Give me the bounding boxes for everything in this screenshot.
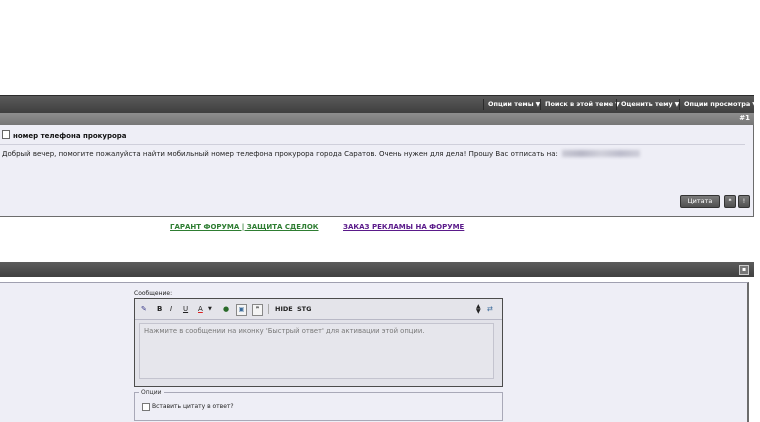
quote-button[interactable]: Цитата (680, 195, 720, 208)
message-textarea[interactable]: Нажмите в сообщении на иконку 'Быстрый о… (139, 323, 494, 379)
post-title: номер телефона прокурора (2, 130, 127, 140)
chevron-down-icon[interactable]: ▼ (208, 304, 212, 314)
post-number-link[interactable]: #1 (739, 114, 750, 122)
resize-arrows-icon[interactable]: ▲ ▼ (476, 304, 481, 315)
post-message-text: Добрый вечер, помогите пожалуйста найти … (2, 150, 558, 158)
rate-thread-label: Оценить тему (621, 100, 673, 108)
multi-quote-icon[interactable]: ❝ (724, 195, 736, 208)
search-thread-menu[interactable]: Поиск в этой теме ▼ (540, 99, 624, 110)
display-options-label: Опции просмотра (684, 100, 751, 108)
remove-format-icon[interactable]: ✎ (141, 304, 147, 314)
image-icon[interactable]: ▣ (236, 304, 247, 316)
thread-tools-bar: Опции темы ▼ Поиск в этой теме ▼ Оценить т… (0, 95, 757, 113)
report-post-icon[interactable]: ! (738, 195, 750, 208)
forum-advertising-link[interactable]: ЗАКАЗ РЕКЛАМЫ НА ФОРУМЕ (343, 223, 464, 231)
post-divider (0, 144, 745, 145)
font-color-button[interactable]: A (198, 304, 203, 314)
options-fieldset: Опции Вставить цитату в ответ? (134, 389, 503, 421)
forum-guarantee-link[interactable]: ГАРАНТ ФОРУМА | ЗАЩИТА СДЕЛОК (170, 223, 319, 231)
post-title-text: номер телефона прокурора (13, 132, 127, 140)
link-icon[interactable]: ● (223, 304, 229, 314)
post-body: номер телефона прокурора Добрый вечер, п… (0, 125, 754, 217)
collapse-icon[interactable]: ▪ (739, 265, 749, 275)
rate-thread-menu[interactable]: Оценить тему ▼ (616, 99, 683, 110)
stg-button[interactable]: STG (297, 304, 311, 314)
bold-button[interactable]: B (157, 304, 162, 314)
post-icon (2, 130, 10, 139)
insert-quote-checkbox[interactable] (142, 403, 150, 411)
options-legend: Опции (139, 389, 164, 396)
toolbar-divider (268, 304, 269, 314)
redacted-email (561, 150, 640, 157)
chevron-down-icon: ▼ (752, 101, 757, 108)
search-thread-label: Поиск в этой теме (545, 100, 614, 108)
message-editor: ✎ B I U A ▼ ● ▣ ❞ HIDE STG ▲ ▼ ⇄ Нажмите … (134, 298, 503, 387)
display-options-menu[interactable]: Опции просмотра ▼ (679, 99, 760, 110)
thread-options-label: Опции темы (488, 100, 534, 108)
message-label: Сообщение: (134, 290, 173, 297)
hide-button[interactable]: HIDE (275, 304, 293, 314)
post-header: #1 (0, 113, 754, 125)
quick-reply-header: ▪ (0, 262, 754, 277)
thread-options-menu[interactable]: Опции темы ▼ (483, 99, 544, 110)
quote-icon[interactable]: ❞ (252, 304, 263, 316)
post-message: Добрый вечер, помогите пожалуйста найти … (2, 150, 640, 158)
underline-button[interactable]: U (183, 304, 188, 314)
switch-editor-icon[interactable]: ⇄ (487, 304, 493, 314)
italic-button[interactable]: I (170, 304, 172, 314)
insert-quote-label[interactable]: Вставить цитату в ответ? (152, 403, 234, 410)
editor-toolbar: ✎ B I U A ▼ ● ▣ ❞ HIDE STG ▲ ▼ ⇄ (135, 299, 502, 320)
